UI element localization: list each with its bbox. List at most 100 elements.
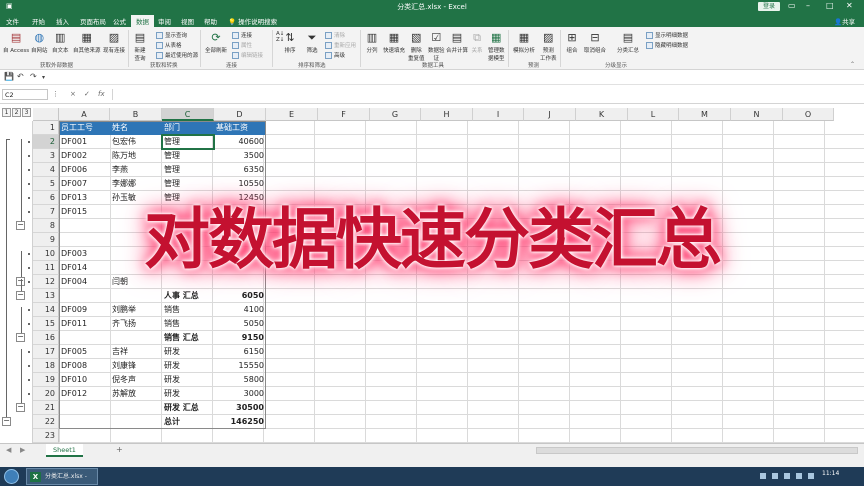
row-header[interactable]: 16 <box>33 331 59 345</box>
what-if-button[interactable]: ▦ 模拟分析 <box>513 31 535 54</box>
collapse-group-button[interactable]: − <box>16 333 25 342</box>
column-header-o[interactable]: O <box>783 108 834 121</box>
column-header-l[interactable]: L <box>628 108 679 121</box>
advanced-button[interactable]: 高级 <box>325 51 345 59</box>
tab-help[interactable]: 帮助 <box>204 16 217 26</box>
insert-function-icon[interactable]: fx <box>98 90 105 98</box>
subtotal-button[interactable]: ▤ 分类汇总 <box>617 31 639 54</box>
flash-fill-button[interactable]: ▦ 快速填充 <box>383 31 405 54</box>
from-access-button[interactable]: ▤ 自 Access <box>3 31 29 54</box>
cancel-icon[interactable]: × <box>70 90 76 98</box>
row-header[interactable]: 14 <box>33 303 59 317</box>
undo-icon[interactable]: ↶ <box>17 72 24 81</box>
column-header-g[interactable]: G <box>370 108 421 121</box>
name-box[interactable]: C2 <box>2 89 48 100</box>
forecast-sheet-button[interactable]: ▨ 预测 工作表 <box>540 31 557 62</box>
column-header-d[interactable]: D <box>214 108 266 121</box>
group-button[interactable]: ⊞ 组合 <box>565 31 579 54</box>
data-validation-button[interactable]: ☑ 数据验 证 <box>428 31 445 62</box>
filter-button[interactable]: ⏷ 筛选 <box>305 31 319 54</box>
prev-sheet-icon[interactable]: ◀ <box>6 446 11 454</box>
row-header[interactable]: 19 <box>33 373 59 387</box>
recent-sources-button[interactable]: 最近使用的源 <box>156 51 198 59</box>
hide-detail-button[interactable]: 隐藏明细数据 <box>646 41 688 49</box>
existing-connections-button[interactable]: ▨ 现有连接 <box>103 31 125 54</box>
start-button[interactable] <box>4 469 19 484</box>
row-header[interactable]: 4 <box>33 163 59 177</box>
column-header-b[interactable]: B <box>110 108 162 121</box>
outline-level-2-button[interactable]: 2 <box>12 108 21 117</box>
row-header[interactable]: 13 <box>33 289 59 303</box>
collapse-group-button[interactable]: − <box>16 221 25 230</box>
tab-insert[interactable]: 插入 <box>56 16 69 26</box>
clear-button[interactable]: 清除 <box>325 31 345 39</box>
collapse-group-button[interactable]: − <box>16 403 25 412</box>
from-other-button[interactable]: ▦ 自其他来源 <box>73 31 101 54</box>
ime-icon[interactable] <box>796 473 802 479</box>
network-icon[interactable] <box>772 473 778 479</box>
edit-links-button[interactable]: 编辑链接 <box>232 51 263 59</box>
refresh-all-button[interactable]: ⟳ 全部刷新 <box>205 31 227 54</box>
from-table-button[interactable]: 从表格 <box>156 41 182 49</box>
row-header[interactable]: 22 <box>33 415 59 429</box>
tab-file[interactable]: 文件 <box>6 16 19 26</box>
tab-home[interactable]: 开始 <box>32 16 45 26</box>
tray-icon[interactable] <box>760 473 766 479</box>
row-header[interactable]: 1 <box>33 121 59 135</box>
tell-me-search[interactable]: 💡 操作说明搜索 <box>228 16 277 26</box>
row-header[interactable]: 20 <box>33 387 59 401</box>
horizontal-scrollbar[interactable] <box>536 447 858 454</box>
row-header[interactable]: 5 <box>33 177 59 191</box>
from-text-button[interactable]: ▥ 自文本 <box>52 31 69 54</box>
column-header-e[interactable]: E <box>266 108 318 121</box>
row-header[interactable]: 3 <box>33 149 59 163</box>
relationships-button[interactable]: ⧉ 关系 <box>470 31 484 54</box>
remove-duplicates-button[interactable]: ▧ 删除 重复值 <box>408 31 425 62</box>
sort-button[interactable]: ⇅ 排序 <box>283 31 297 54</box>
column-header-n[interactable]: N <box>731 108 783 121</box>
row-header[interactable]: 12 <box>33 275 59 289</box>
column-header-k[interactable]: K <box>576 108 628 121</box>
column-header-m[interactable]: M <box>679 108 731 121</box>
show-detail-button[interactable]: 显示明细数据 <box>646 31 688 39</box>
new-query-button[interactable]: ▤ 新建 查询 <box>133 31 147 62</box>
save-icon[interactable]: 💾 <box>4 72 14 81</box>
notification-icon[interactable] <box>808 473 814 479</box>
taskbar-excel-app[interactable]: X 分类汇总.xlsx - E... <box>26 468 98 485</box>
from-web-button[interactable]: ◍ 自网站 <box>31 31 48 54</box>
row-header[interactable]: 21 <box>33 401 59 415</box>
customize-qat-icon[interactable]: ▾ <box>42 74 45 81</box>
redo-icon[interactable]: ↷ <box>30 72 37 81</box>
row-header[interactable]: 18 <box>33 359 59 373</box>
ungroup-button[interactable]: ⊟ 取消组合 <box>584 31 606 54</box>
tab-view[interactable]: 视图 <box>181 16 194 26</box>
maximize-icon[interactable]: □ <box>826 1 834 10</box>
column-header-j[interactable]: J <box>524 108 576 121</box>
outline-level-1-button[interactable]: 1 <box>2 108 11 117</box>
sign-in-button[interactable]: 登录 <box>758 2 781 11</box>
collapse-all-button[interactable]: − <box>2 417 11 426</box>
outline-level-3-button[interactable]: 3 <box>22 108 31 117</box>
select-all-corner[interactable] <box>33 108 59 121</box>
formula-input[interactable] <box>112 89 862 100</box>
properties-button[interactable]: 属性 <box>232 41 252 49</box>
ribbon-display-icon[interactable]: ▭ <box>788 1 796 10</box>
collapse-group-button[interactable]: − <box>16 291 25 300</box>
connections-button[interactable]: 连接 <box>232 31 252 39</box>
show-queries-button[interactable]: 显示查询 <box>156 31 187 39</box>
tab-review[interactable]: 审阅 <box>158 16 171 26</box>
text-to-columns-button[interactable]: ▥ 分列 <box>365 31 379 54</box>
next-sheet-icon[interactable]: ▶ <box>20 446 25 454</box>
column-header-i[interactable]: I <box>473 108 524 121</box>
reapply-button[interactable]: 重新应用 <box>325 41 356 49</box>
column-header-h[interactable]: H <box>421 108 473 121</box>
consolidate-button[interactable]: ▤ 合并计算 <box>446 31 468 54</box>
close-icon[interactable]: ✕ <box>846 1 853 10</box>
add-sheet-button[interactable]: + <box>116 445 123 454</box>
sheet-tab-sheet1[interactable]: Sheet1 <box>46 444 83 457</box>
row-header[interactable]: 15 <box>33 317 59 331</box>
column-header-f[interactable]: F <box>318 108 370 121</box>
volume-icon[interactable] <box>784 473 790 479</box>
row-header[interactable]: 2 <box>33 135 59 149</box>
share-button[interactable]: 👤共享 <box>834 16 855 26</box>
